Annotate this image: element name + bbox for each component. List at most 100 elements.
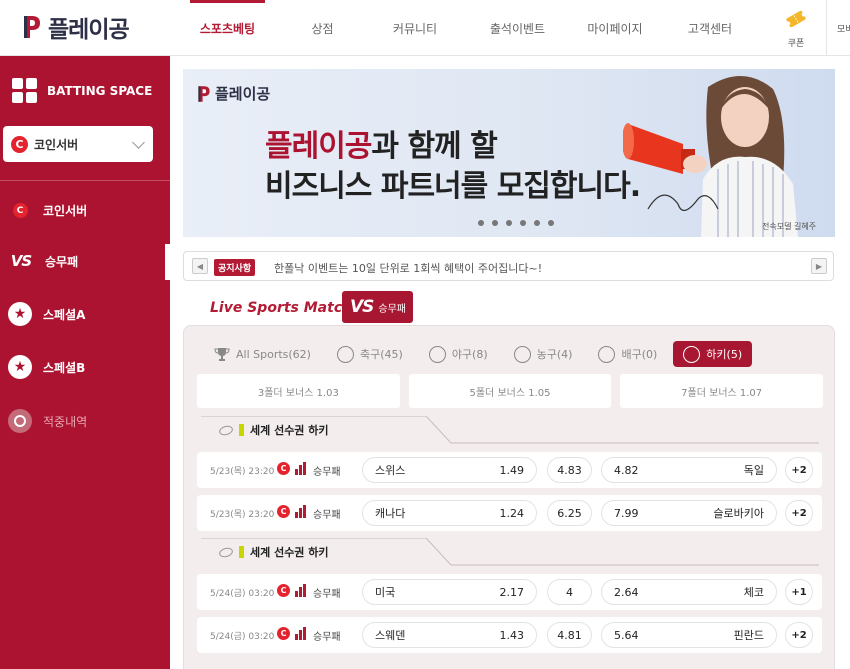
odd-draw-button[interactable]: 4	[547, 579, 592, 605]
away-team: 핀란드	[733, 629, 764, 642]
away-team: 체코	[743, 586, 764, 599]
sidebar: BATTING SPACE C 코인서버 C 코인서버 VS 승무패 ★ 스페셜…	[0, 56, 170, 669]
nav-mypage[interactable]: 마이페이지	[565, 0, 665, 56]
odd-away-button[interactable]: 5.64 핀란드	[601, 622, 777, 648]
banner-highlight: 플레이공	[265, 129, 372, 164]
home-odd: 1.49	[499, 463, 525, 477]
odd-home-button[interactable]: 미국 2.17	[362, 579, 537, 605]
slide-dot[interactable]	[534, 220, 540, 226]
sidebar-brand: BATTING SPACE	[12, 78, 152, 103]
nav-community[interactable]: 커뮤니티	[360, 0, 470, 56]
odd-home-button[interactable]: 스위스 1.49	[362, 457, 537, 483]
vs-icon: VS	[350, 297, 374, 317]
sport-tabs: All Sports(62) 축구(45) 야구(8) 농구(4) 배구(0) …	[204, 340, 758, 368]
more-markets-button[interactable]: +1	[785, 579, 813, 605]
tab-baseball[interactable]: 야구(8)	[419, 341, 498, 367]
sidebar-item-win-draw-lose[interactable]: VS 승무패	[8, 250, 78, 272]
site-logo[interactable]: 플레이공	[22, 10, 130, 44]
vs-icon: VS	[10, 252, 32, 270]
sidebar-item-label: 적중내역	[43, 414, 88, 429]
odd-home-button[interactable]: 스웨덴 1.43	[362, 622, 537, 648]
away-team: 독일	[743, 464, 764, 477]
notice-badge: 공지사항	[214, 259, 256, 276]
baseball-icon	[428, 345, 446, 363]
nav-shop[interactable]: 상점	[285, 0, 360, 56]
league-flag-icon	[239, 546, 244, 558]
tab-soccer[interactable]: 축구(45)	[327, 341, 413, 367]
odd-home-button[interactable]: 캐나다 1.24	[362, 500, 537, 526]
stats-bar-icon[interactable]	[295, 505, 307, 518]
tab-basketball[interactable]: 농구(4)	[504, 341, 583, 367]
odd-draw-button[interactable]: 4.81	[547, 622, 592, 648]
sidebar-item-label: 스페셜A	[43, 307, 86, 322]
live-sports-title: Live Sports Match	[210, 300, 353, 316]
slide-dot[interactable]	[506, 220, 512, 226]
away-odd: 7.99	[614, 506, 639, 520]
slide-dot[interactable]	[520, 220, 526, 226]
logo-text: 플레이공	[48, 17, 130, 43]
coin-c-icon: C	[11, 135, 28, 153]
tab-volleyball[interactable]: 배구(0)	[588, 341, 667, 367]
match-row: 5/23(목) 23:20 C 승무패 스위스 1.49 4.83 4.82 독일 …	[197, 452, 822, 488]
notice-next-button[interactable]: ▶	[811, 258, 827, 274]
win-draw-lose-badge[interactable]: VS 승무패	[342, 291, 413, 323]
mobile-link[interactable]: 모바	[826, 0, 850, 56]
server-select[interactable]: C 코인서버	[3, 126, 153, 162]
sidebar-item-special-b[interactable]: ★ 스페셜B	[8, 355, 85, 379]
away-odd: 4.82	[614, 463, 639, 477]
league-flag-icon	[239, 424, 244, 436]
server-select-value: 코인서버	[34, 137, 79, 152]
odd-away-button[interactable]: 2.64 체코	[601, 579, 777, 605]
more-markets-button[interactable]: +2	[785, 622, 813, 648]
grid-menu-icon	[12, 78, 37, 103]
banner-pagination	[478, 220, 554, 226]
sidebar-item-coin-server[interactable]: C 코인서버	[8, 202, 87, 219]
tab-label: 배구(0)	[621, 348, 658, 361]
home-odd: 1.24	[499, 506, 525, 520]
league-name: 세계 선수권 하키	[250, 546, 329, 559]
match-row: 5/23(목) 23:20 C 승무패 캐나다 1.24 6.25 7.99 슬로바…	[197, 495, 822, 531]
league-name: 세계 선수권 하키	[250, 424, 329, 437]
nav-sports-betting[interactable]: 스포츠베팅	[170, 0, 285, 56]
match-time: 5/24(금) 03:20	[210, 631, 275, 642]
stats-bar-icon[interactable]	[295, 584, 307, 597]
notice-text[interactable]: 한폴낙 이벤트는 10일 단위로 1회씩 혜택이 주어집니다~!	[274, 260, 542, 276]
hockey-puck-icon	[218, 423, 234, 437]
notice-prev-button[interactable]: ◀	[192, 258, 208, 274]
league-header: 세계 선수권 하키	[201, 416, 819, 444]
home-team: 캐나다	[375, 507, 406, 520]
notice-bar: ◀ 공지사항 한폴낙 이벤트는 10일 단위로 1회씩 혜택이 주어집니다~! …	[183, 251, 834, 281]
tab-label: 하키(5)	[706, 348, 743, 361]
sidebar-item-special-a[interactable]: ★ 스페셜A	[8, 302, 85, 326]
away-odd: 5.64	[614, 628, 639, 642]
basketball-icon	[513, 345, 531, 363]
more-markets-button[interactable]: +2	[785, 500, 813, 526]
odd-away-button[interactable]: 4.82 독일	[601, 457, 777, 483]
coupon-button[interactable]: 쿠폰	[778, 8, 814, 49]
nav-customer-center[interactable]: 고객센터	[665, 0, 755, 56]
slide-dot[interactable]	[478, 220, 484, 226]
sidebar-item-bet-history[interactable]: 적중내역	[8, 409, 87, 433]
odd-draw-button[interactable]: 6.25	[547, 500, 592, 526]
stats-bar-icon[interactable]	[295, 462, 307, 475]
target-icon	[8, 409, 32, 433]
banner-headline-rest: 과 함께 할	[371, 129, 497, 164]
odd-draw-button[interactable]: 4.83	[547, 457, 592, 483]
soccer-ball-icon	[336, 345, 354, 363]
banner-logo: 플레이공	[197, 83, 270, 104]
slide-dot[interactable]	[548, 220, 554, 226]
star-icon: ★	[8, 355, 32, 379]
logo-mark-icon	[198, 85, 210, 102]
tab-all-sports[interactable]: All Sports(62)	[204, 341, 321, 367]
league-header: 세계 선수권 하키	[201, 538, 819, 566]
promo-banner[interactable]: 플레이공 플레이공과 함께 할 비즈니스 파트너를 모집합니다. 전속모델 길혜…	[183, 69, 835, 237]
slide-dot[interactable]	[492, 220, 498, 226]
tab-hockey[interactable]: 하키(5)	[673, 341, 753, 367]
stats-bar-icon[interactable]	[295, 627, 307, 640]
sidebar-item-label: 코인서버	[43, 204, 88, 218]
odd-away-button[interactable]: 7.99 슬로바키아	[601, 500, 777, 526]
sidebar-active-indicator	[165, 244, 170, 280]
nav-attendance-event[interactable]: 출석이벤트	[470, 0, 565, 56]
away-team: 슬로바키아	[713, 507, 764, 520]
more-markets-button[interactable]: +2	[785, 457, 813, 483]
